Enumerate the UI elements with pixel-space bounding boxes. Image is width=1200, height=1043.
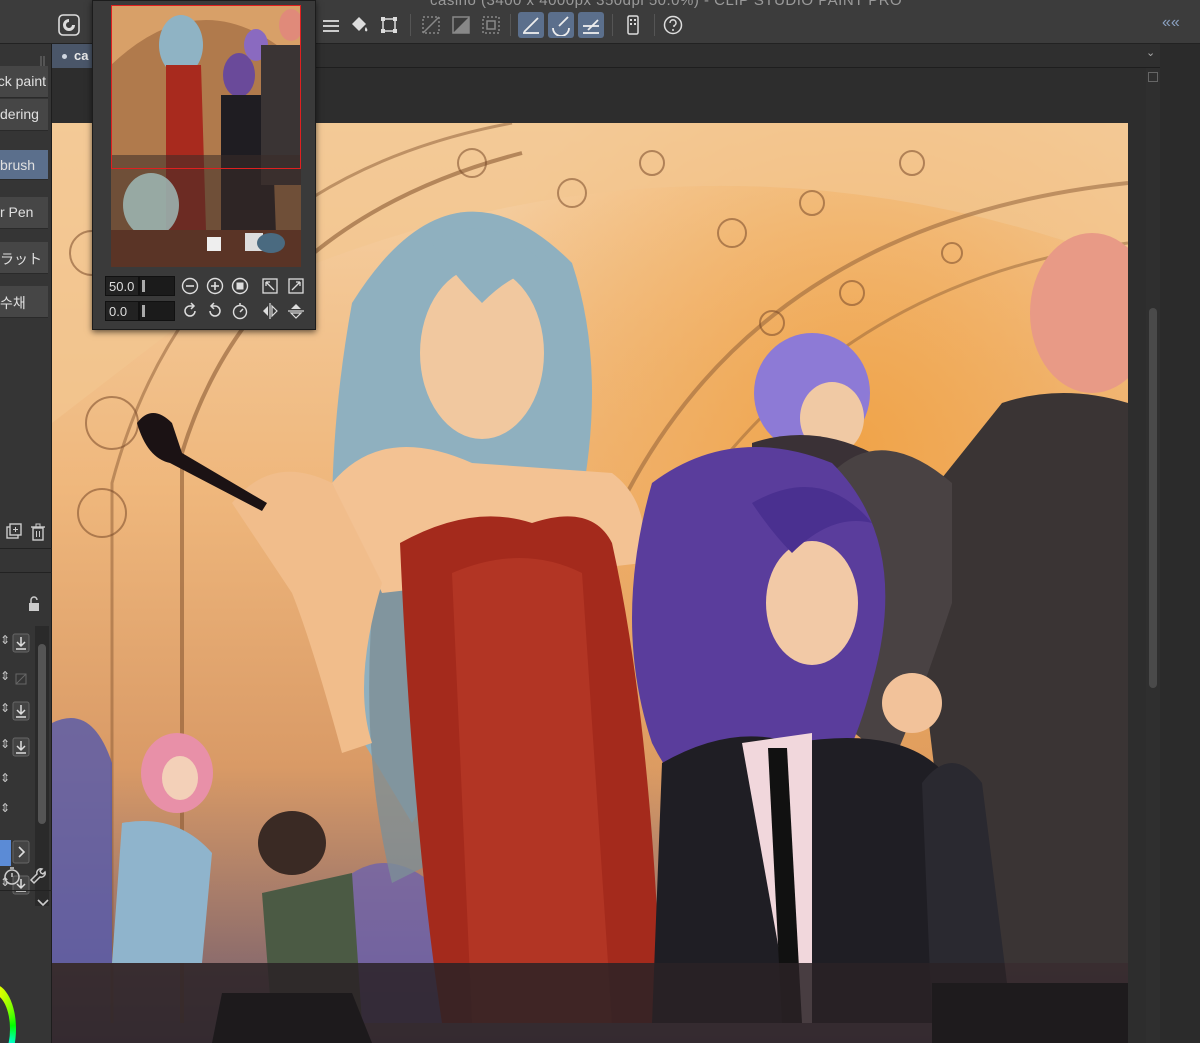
rotation-row: 0.0 bbox=[105, 301, 313, 323]
subtool-label: dering bbox=[0, 106, 39, 122]
stepper-icon[interactable]: ⇕ bbox=[0, 669, 10, 683]
transform-icon[interactable] bbox=[376, 12, 402, 38]
zoom-row: 50.0 bbox=[105, 276, 313, 298]
subtool-watercolor[interactable]: 수채 bbox=[0, 286, 48, 318]
navigator-preview[interactable] bbox=[111, 5, 301, 267]
property-row[interactable]: ⇕ bbox=[0, 766, 34, 796]
property-row[interactable]: ⇕ bbox=[0, 664, 34, 694]
stepper-icon[interactable]: ⇕ bbox=[0, 801, 10, 815]
sub-tool-panel: ck paint dering brush r Pen ラット 수채 ⇕ ⇕ ⇕… bbox=[0, 44, 52, 1043]
toolbar-separator bbox=[410, 14, 411, 36]
timer-icon[interactable] bbox=[2, 866, 22, 886]
subtool-label: ck paint bbox=[0, 73, 46, 89]
window-title: casino (3400 x 4000px 350dpi 50.0%) - CL… bbox=[430, 0, 903, 9]
subtool-actions bbox=[0, 518, 52, 548]
zoom-slider[interactable] bbox=[139, 276, 175, 296]
tab-label: ca bbox=[74, 48, 89, 63]
fill-icon[interactable] bbox=[346, 12, 372, 38]
wrench-icon[interactable] bbox=[28, 866, 48, 886]
stepper-icon[interactable]: ⇕ bbox=[0, 771, 10, 785]
reset-rotation-icon[interactable] bbox=[231, 302, 249, 320]
trash-icon[interactable] bbox=[28, 522, 48, 542]
fit-navigator-icon[interactable] bbox=[287, 277, 305, 295]
actual-size-icon[interactable] bbox=[231, 277, 249, 295]
subtool-flat[interactable]: ラット bbox=[0, 242, 48, 274]
property-scrollbar[interactable] bbox=[35, 626, 49, 906]
crop-icon[interactable] bbox=[478, 12, 504, 38]
panel-divider bbox=[0, 548, 52, 549]
property-row[interactable]: ⇕ bbox=[0, 796, 34, 826]
property-row[interactable]: ⇕ bbox=[0, 696, 34, 726]
stepper-icon[interactable]: ⇕ bbox=[0, 701, 10, 715]
lock-icon[interactable] bbox=[26, 596, 42, 612]
viewport-frame[interactable] bbox=[111, 5, 301, 169]
selected-value-bar[interactable] bbox=[0, 840, 11, 866]
subtool-label: ラット bbox=[0, 251, 42, 267]
download-icon[interactable] bbox=[12, 633, 30, 653]
scroll-up-icon[interactable] bbox=[1148, 72, 1158, 82]
property-row[interactable]: ⇕ bbox=[0, 628, 34, 658]
rotation-slider[interactable] bbox=[139, 301, 175, 321]
help-icon[interactable] bbox=[660, 12, 686, 38]
disabled-icon bbox=[15, 673, 27, 685]
guide-snap-icon[interactable] bbox=[578, 12, 604, 38]
rotate-right-icon[interactable] bbox=[206, 302, 224, 320]
select-deselect-icon[interactable] bbox=[418, 12, 444, 38]
tab-list-chevron-icon[interactable]: ⌄ bbox=[1146, 46, 1155, 59]
subtool-rendering[interactable]: dering bbox=[0, 99, 48, 131]
clip-logo-icon[interactable] bbox=[56, 12, 82, 38]
subtool-brush[interactable]: brush bbox=[0, 150, 48, 180]
flip-vertical-icon[interactable] bbox=[287, 302, 305, 320]
invert-selection-icon[interactable] bbox=[448, 12, 474, 38]
rotate-left-icon[interactable] bbox=[181, 302, 199, 320]
zoom-in-icon[interactable] bbox=[206, 277, 224, 295]
chevron-down-icon[interactable] bbox=[36, 896, 50, 910]
download-icon[interactable] bbox=[12, 701, 30, 721]
subtool-label: 수채 bbox=[0, 295, 26, 311]
download-icon[interactable] bbox=[12, 737, 30, 757]
navigator-panel: 50.0 0.0 bbox=[92, 0, 316, 330]
duplicate-subtool-icon[interactable] bbox=[4, 522, 24, 542]
color-wheel[interactable] bbox=[0, 984, 16, 1043]
zoom-out-icon[interactable] bbox=[181, 277, 199, 295]
stepper-icon[interactable]: ⇕ bbox=[0, 737, 10, 751]
subtool-thick-paint[interactable]: ck paint bbox=[0, 66, 48, 98]
scroll-thumb[interactable] bbox=[38, 644, 46, 824]
expand-chevron-icon[interactable] bbox=[12, 840, 30, 864]
panel-divider bbox=[0, 572, 52, 573]
toolbar-separator bbox=[612, 14, 613, 36]
ruler-snap-icon[interactable] bbox=[518, 12, 544, 38]
property-row[interactable]: ⇕ bbox=[0, 732, 34, 762]
subtool-pen[interactable]: r Pen bbox=[0, 197, 48, 229]
rotation-input[interactable]: 0.0 bbox=[105, 301, 139, 321]
toolbar-separator bbox=[654, 14, 655, 36]
stepper-icon[interactable]: ⇕ bbox=[0, 633, 10, 647]
scroll-thumb[interactable] bbox=[1149, 308, 1157, 688]
collapse-panel-icon[interactable]: «« bbox=[1162, 14, 1180, 32]
toolbar-separator bbox=[510, 14, 511, 36]
subtool-label: brush bbox=[0, 157, 36, 173]
canvas-vertical-scrollbar[interactable] bbox=[1146, 68, 1160, 1043]
curve-snap-icon[interactable] bbox=[548, 12, 574, 38]
fit-screen-icon[interactable] bbox=[261, 277, 279, 295]
panel-divider bbox=[0, 890, 52, 891]
unsaved-dot-icon bbox=[62, 54, 67, 60]
device-icon[interactable] bbox=[620, 12, 646, 38]
zoom-input[interactable]: 50.0 bbox=[105, 276, 139, 296]
flip-horizontal-icon[interactable] bbox=[261, 302, 279, 320]
subtool-label: r Pen bbox=[0, 204, 34, 220]
right-dock bbox=[1160, 44, 1200, 1043]
menu-icon[interactable] bbox=[318, 12, 344, 38]
